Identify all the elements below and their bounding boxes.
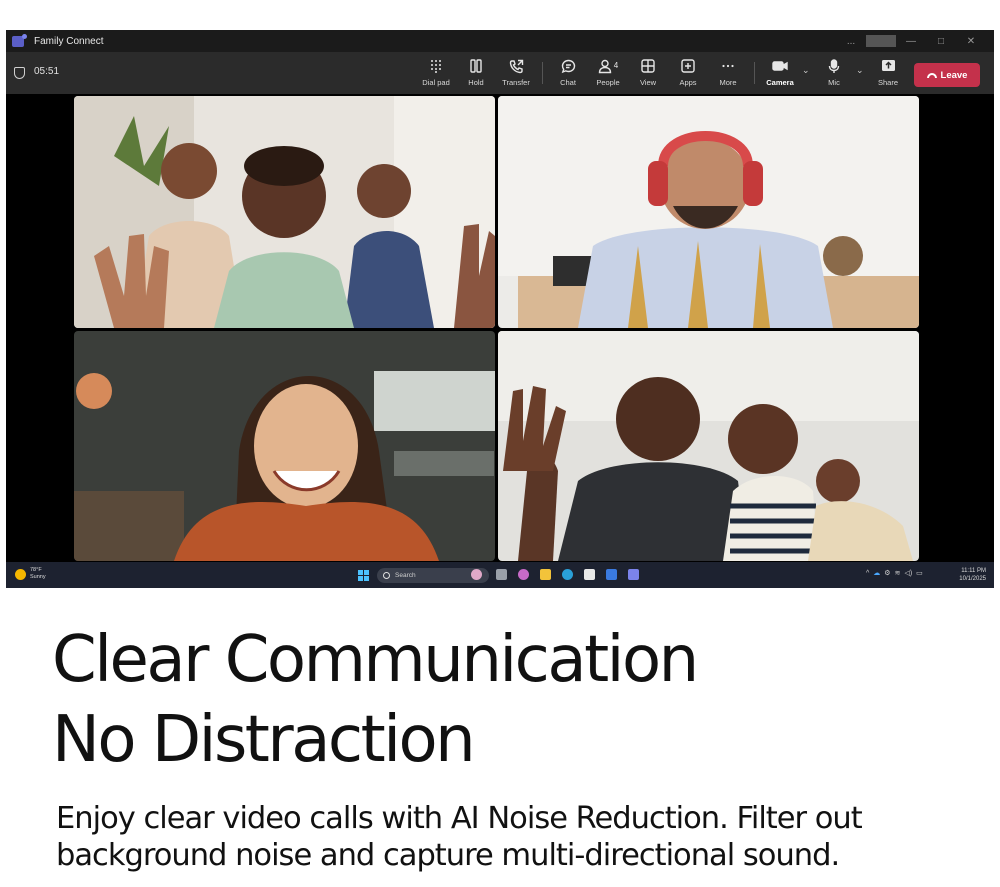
- hang-up-icon: [926, 72, 937, 78]
- close-button[interactable]: ✕: [956, 36, 986, 47]
- chat-button[interactable]: Chat: [548, 56, 588, 90]
- more-label: More: [719, 78, 737, 87]
- window-title-bar: Family Connect ... — □ ✕: [6, 30, 994, 52]
- windows-start-icon[interactable]: [358, 570, 369, 581]
- hold-label: Hold: [468, 78, 484, 87]
- search-icon: [383, 572, 390, 579]
- battery-icon[interactable]: ▭: [916, 569, 923, 577]
- headline-line-2: No Distraction: [52, 703, 476, 777]
- wifi-icon[interactable]: ≋: [895, 569, 901, 577]
- share-label: Share: [877, 78, 898, 87]
- people-label: People: [596, 78, 620, 87]
- headline: Clear Communication No Distraction: [52, 620, 699, 780]
- transfer-button[interactable]: Transfer: [496, 56, 536, 90]
- chevron-up-icon[interactable]: ^: [866, 570, 869, 577]
- camera-options-chevron-down-icon[interactable]: ⌄: [802, 65, 810, 76]
- weather-temperature: 78°F: [30, 567, 42, 573]
- people-count: 4: [613, 61, 619, 70]
- grid-icon: [641, 56, 655, 76]
- dialpad-button[interactable]: Dial pad: [416, 56, 456, 90]
- clock-time: 11:11 PM: [961, 568, 986, 574]
- volume-icon[interactable]: ◁): [904, 569, 912, 577]
- weather-condition: Sunny: [30, 574, 46, 580]
- window-more-button[interactable]: ...: [836, 36, 866, 47]
- onedrive-icon[interactable]: ☁: [873, 569, 880, 577]
- phone-transfer-icon: [509, 56, 524, 76]
- call-toolbar: 05:51 Dial pad Hold Transfer Chat 4 Peop…: [6, 52, 994, 94]
- teams-taskbar-icon[interactable]: [628, 569, 639, 580]
- hold-button[interactable]: Hold: [456, 56, 496, 90]
- search-placeholder: Search: [395, 572, 416, 579]
- weather-widget[interactable]: 78°F Sunny: [15, 567, 46, 581]
- leave-call-button[interactable]: Leave: [914, 63, 980, 87]
- dialpad-icon: [429, 56, 443, 76]
- chat-bubble-icon: [561, 56, 576, 76]
- system-tray: ^ ☁ ⚙ ≋ ◁) ▭: [866, 569, 923, 578]
- view-label: View: [639, 78, 657, 87]
- taskbar-clock[interactable]: 11:11 PM 10/1/2025: [959, 567, 986, 583]
- participant-video-image: [74, 96, 495, 328]
- microphone-icon: [828, 56, 840, 76]
- video-tile-couple-baby[interactable]: [498, 331, 919, 561]
- transfer-label: Transfer: [502, 78, 530, 87]
- headline-line-1: Clear Communication: [52, 623, 699, 697]
- people-button[interactable]: 4 People: [588, 56, 628, 90]
- dialpad-label: Dial pad: [422, 78, 450, 87]
- app-title: Family Connect: [34, 35, 104, 47]
- clock-date: 10/1/2025: [959, 576, 986, 582]
- participant-video-image: [74, 331, 495, 561]
- file-explorer-icon[interactable]: [540, 569, 551, 580]
- mic-options-chevron-down-icon[interactable]: ⌄: [856, 65, 864, 76]
- chat-label: Chat: [560, 78, 576, 87]
- camera-button[interactable]: Camera: [760, 56, 800, 90]
- participant-video-image: [498, 331, 919, 561]
- leave-label: Leave: [940, 69, 968, 81]
- desktop-screenshot: Family Connect ... — □ ✕ 05:51 Dial pad …: [6, 30, 994, 588]
- copilot-app-icon[interactable]: [518, 569, 529, 580]
- camera-icon: [772, 56, 788, 76]
- pause-icon: [469, 56, 483, 76]
- window-controls: ... — □ ✕: [836, 30, 986, 52]
- store-icon[interactable]: [584, 569, 595, 580]
- shield-icon: [14, 67, 25, 79]
- apps-label: Apps: [679, 78, 697, 87]
- video-tile-man-headphones[interactable]: [498, 96, 919, 328]
- ellipsis-icon: [721, 56, 735, 76]
- apps-button[interactable]: Apps: [668, 56, 708, 90]
- plus-square-icon: [681, 56, 695, 76]
- edge-browser-icon[interactable]: [562, 569, 573, 580]
- camera-label: Camera: [766, 78, 794, 87]
- toolbar-divider: [754, 62, 755, 84]
- video-tile-woman-smiling[interactable]: [74, 331, 495, 561]
- view-button[interactable]: View: [628, 56, 668, 90]
- windows-taskbar: 78°F Sunny Search ^ ☁ ⚙ ≋ ◁) ▭ 11:11 PM …: [6, 562, 994, 588]
- body-copy: Enjoy clear video calls with AI Noise Re…: [56, 801, 863, 873]
- mic-label: Mic: [828, 78, 840, 87]
- window-controls-divider: [866, 35, 896, 47]
- toolbar-divider: [542, 62, 543, 84]
- participant-video-image: [498, 96, 919, 328]
- sun-icon: [15, 568, 26, 580]
- minimize-button[interactable]: —: [896, 36, 926, 47]
- call-timer: 05:51: [34, 66, 60, 77]
- settings-icon[interactable]: ⚙: [884, 569, 890, 577]
- share-button[interactable]: Share: [868, 56, 908, 90]
- copilot-icon[interactable]: [471, 569, 482, 580]
- task-view-icon[interactable]: [496, 569, 507, 580]
- mic-button[interactable]: Mic: [814, 56, 854, 90]
- people-icon: 4: [598, 56, 618, 76]
- app-icon[interactable]: [606, 569, 617, 580]
- video-tile-family-waving[interactable]: [74, 96, 495, 328]
- teams-app-icon: [12, 33, 27, 47]
- maximize-button[interactable]: □: [926, 36, 956, 47]
- more-button[interactable]: More: [708, 56, 748, 90]
- share-icon: [881, 56, 896, 76]
